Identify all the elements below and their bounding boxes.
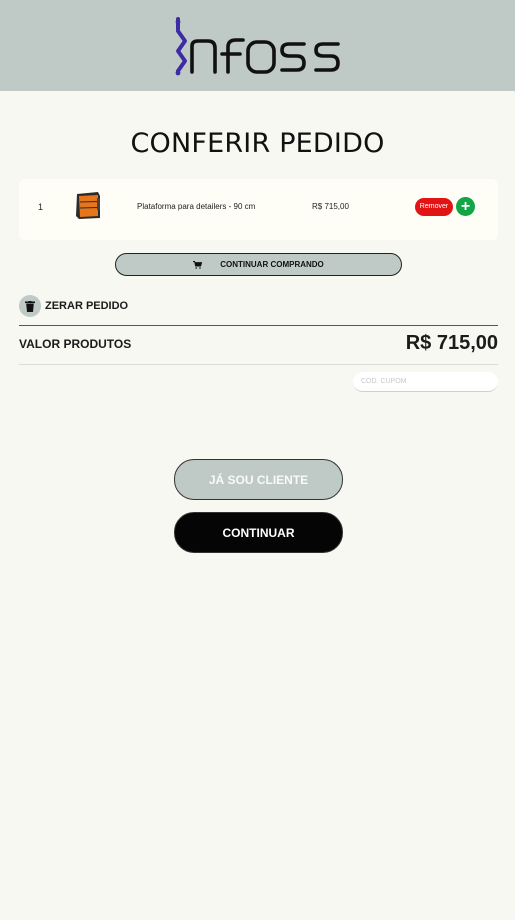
existing-client-button[interactable]: JÁ SOU CLIENTE xyxy=(174,459,343,500)
increase-quantity-button[interactable]: + xyxy=(456,197,475,216)
trash-icon xyxy=(19,295,41,317)
summary-divider xyxy=(19,325,498,326)
products-value-amount: R$ 715,00 xyxy=(405,332,498,354)
products-value-label: VALOR PRODUTOS xyxy=(19,337,132,351)
clear-order-button[interactable]: ZERAR PEDIDO xyxy=(19,295,128,317)
site-header xyxy=(0,0,515,91)
continue-shopping-button[interactable]: CONTINUAR COMPRANDO xyxy=(115,253,402,276)
product-cabinet-icon[interactable] xyxy=(73,190,103,220)
page-title: CONFERIR PEDIDO xyxy=(130,128,385,159)
cart-item-name: Plataforma para detailers - 90 cm xyxy=(137,202,256,211)
coupon-input[interactable] xyxy=(353,372,498,392)
cart-item-quantity: 1 xyxy=(38,202,44,212)
infoss-logo[interactable] xyxy=(172,14,344,80)
cart-item-row: 1 Plataforma para detailers - 90 cm R$ 7… xyxy=(19,179,498,240)
remove-item-button[interactable]: Remover xyxy=(415,198,453,216)
summary-divider-bottom xyxy=(19,364,498,365)
clear-order-label: ZERAR PEDIDO xyxy=(45,300,129,312)
cart-icon xyxy=(193,260,203,269)
continue-button[interactable]: CONTINUAR xyxy=(174,512,343,553)
cart-item-price: R$ 715,00 xyxy=(312,202,349,211)
continue-shopping-label: CONTINUAR COMPRANDO xyxy=(220,260,324,269)
